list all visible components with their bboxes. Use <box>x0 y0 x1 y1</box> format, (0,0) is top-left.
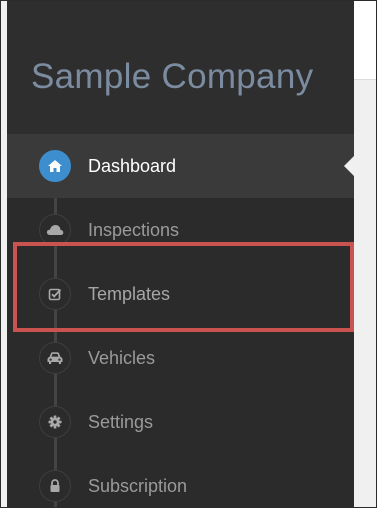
sidebar-item-vehicles[interactable]: Vehicles <box>7 326 354 390</box>
sidebar-item-label: Templates <box>88 284 171 304</box>
main-header-strip <box>354 1 376 80</box>
home-icon <box>39 150 71 182</box>
brand-area: Sample Company <box>7 1 354 134</box>
car-icon <box>39 342 71 374</box>
sidebar-item-label: Subscription <box>88 476 188 496</box>
gear-icon <box>39 406 71 438</box>
brand-name[interactable]: Sample Company <box>31 57 313 97</box>
app-frame: Sample Company Dashboard Inspections Tem… <box>0 0 377 508</box>
lock-icon <box>39 470 71 502</box>
sidebar-item-templates[interactable]: Templates <box>7 262 354 326</box>
sidebar-item-label: Dashboard <box>88 156 177 176</box>
sidebar-item-label: Settings <box>88 412 154 432</box>
active-indicator-caret <box>344 156 354 176</box>
sidebar: Sample Company Dashboard Inspections Tem… <box>7 1 354 507</box>
checkbox-icon <box>39 278 71 310</box>
sidebar-item-settings[interactable]: Settings <box>7 390 354 454</box>
sidebar-item-subscription[interactable]: Subscription <box>7 454 354 507</box>
sidebar-item-inspections[interactable]: Inspections <box>7 198 354 262</box>
sidebar-item-label: Inspections <box>88 220 180 240</box>
sidebar-item-dashboard[interactable]: Dashboard <box>7 134 354 198</box>
cloud-icon <box>39 214 71 246</box>
sidebar-item-label: Vehicles <box>88 348 156 368</box>
